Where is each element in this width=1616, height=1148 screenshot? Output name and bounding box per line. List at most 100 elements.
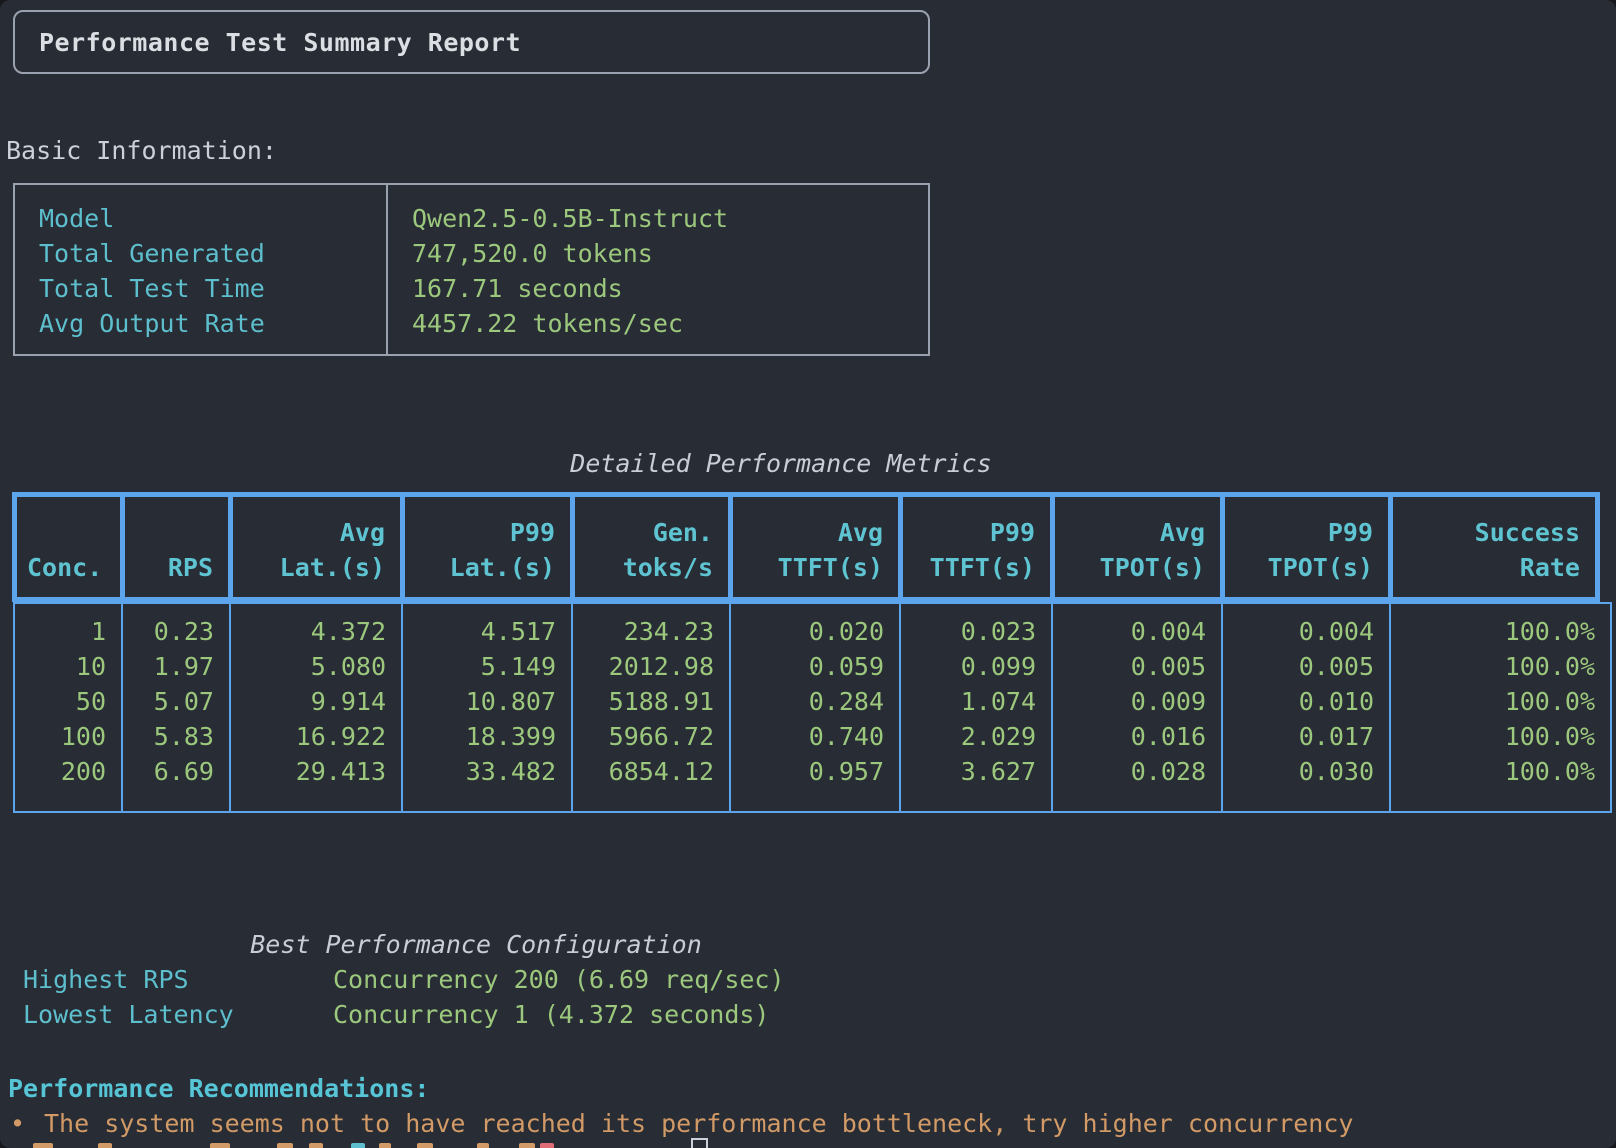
recommendation-item: •The system seems not to have reached it… xyxy=(10,1106,1353,1141)
metric-cell: 100.0% xyxy=(1391,684,1595,719)
metric-cell: 0.009 xyxy=(1053,684,1206,719)
best-config-label: Highest RPS xyxy=(23,962,333,997)
metric-cell: 33.482 xyxy=(403,754,556,789)
metric-cell: 100.0% xyxy=(1391,754,1595,789)
metric-cell: 2012.98 xyxy=(573,649,714,684)
metrics-column: 11050100200 xyxy=(15,604,121,811)
basic-info-value: Qwen2.5-0.5B-Instruct xyxy=(412,201,928,236)
best-config-row: Lowest LatencyConcurrency 1 (4.372 secon… xyxy=(23,997,785,1032)
metric-cell: 6.69 xyxy=(123,754,214,789)
metric-cell: 100.0% xyxy=(1391,649,1595,684)
metric-cell: 0.059 xyxy=(731,649,884,684)
metric-cell: 9.914 xyxy=(231,684,386,719)
basic-info-table: ModelTotal GeneratedTotal Test TimeAvg O… xyxy=(13,183,930,356)
report-title-box: Performance Test Summary Report xyxy=(13,10,930,74)
metric-cell: 29.413 xyxy=(231,754,386,789)
basic-info-heading: Basic Information: xyxy=(6,133,277,168)
metrics-column-header: Conc. xyxy=(17,497,120,597)
terminal-cursor xyxy=(691,1138,708,1148)
best-config-label: Lowest Latency xyxy=(23,997,333,1032)
basic-info-value: 747,520.0 tokens xyxy=(412,236,928,271)
metric-cell: 100 xyxy=(15,719,106,754)
basic-info-values: Qwen2.5-0.5B-Instruct747,520.0 tokens167… xyxy=(388,185,928,354)
metric-cell: 5966.72 xyxy=(573,719,714,754)
metric-cell: 1.97 xyxy=(123,649,214,684)
metrics-column: 0.0200.0590.2840.7400.957 xyxy=(729,604,899,811)
metric-cell: 0.016 xyxy=(1053,719,1206,754)
metrics-column: 4.3725.0809.91416.92229.413 xyxy=(229,604,401,811)
clipped-terminal-line xyxy=(0,1143,1616,1148)
metrics-column-header: Gen. toks/s xyxy=(570,497,728,597)
metric-cell: 100.0% xyxy=(1391,614,1595,649)
metrics-column-header: Avg TTFT(s) xyxy=(728,497,898,597)
bullet-icon: • xyxy=(10,1106,44,1141)
metric-cell: 1.074 xyxy=(901,684,1036,719)
basic-info-labels: ModelTotal GeneratedTotal Test TimeAvg O… xyxy=(15,185,388,354)
metric-cell: 5.149 xyxy=(403,649,556,684)
metric-cell: 0.004 xyxy=(1223,614,1374,649)
metric-cell: 5.07 xyxy=(123,684,214,719)
basic-info-label: Total Test Time xyxy=(39,271,386,306)
recommendation-text: The system seems not to have reached its… xyxy=(44,1106,1353,1141)
metric-cell: 18.399 xyxy=(403,719,556,754)
basic-info-value: 167.71 seconds xyxy=(412,271,928,306)
metric-cell: 0.028 xyxy=(1053,754,1206,789)
metrics-column-header: Success Rate xyxy=(1388,497,1595,597)
metric-cell: 10 xyxy=(15,649,106,684)
basic-info-label: Total Generated xyxy=(39,236,386,271)
basic-info-value: 4457.22 tokens/sec xyxy=(412,306,928,341)
metric-cell: 16.922 xyxy=(231,719,386,754)
metric-cell: 5188.91 xyxy=(573,684,714,719)
metrics-column-header: Avg Lat.(s) xyxy=(228,497,400,597)
metric-cell: 4.372 xyxy=(231,614,386,649)
report-title: Performance Test Summary Report xyxy=(39,25,521,60)
metric-cell: 50 xyxy=(15,684,106,719)
metrics-column: 0.231.975.075.836.69 xyxy=(121,604,229,811)
metric-cell: 0.004 xyxy=(1053,614,1206,649)
metrics-column: 0.0230.0991.0742.0293.627 xyxy=(899,604,1051,811)
metric-cell: 2.029 xyxy=(901,719,1036,754)
best-config-value: Concurrency 200 (6.69 req/sec) xyxy=(333,962,785,997)
metric-cell: 0.023 xyxy=(901,614,1036,649)
metric-cell: 0.957 xyxy=(731,754,884,789)
metric-cell: 6854.12 xyxy=(573,754,714,789)
metric-cell: 10.807 xyxy=(403,684,556,719)
metrics-table-title: Detailed Performance Metrics xyxy=(13,446,1549,481)
metric-cell: 4.517 xyxy=(403,614,556,649)
metric-cell: 0.005 xyxy=(1053,649,1206,684)
metrics-column: 0.0040.0050.0090.0160.028 xyxy=(1051,604,1221,811)
metric-cell: 0.030 xyxy=(1223,754,1374,789)
recommendations-list: •The system seems not to have reached it… xyxy=(10,1106,1353,1141)
metric-cell: 5.83 xyxy=(123,719,214,754)
metrics-column-header: RPS xyxy=(120,497,228,597)
metrics-column: 100.0%100.0%100.0%100.0%100.0% xyxy=(1389,604,1610,811)
basic-info-label: Model xyxy=(39,201,386,236)
basic-info-label: Avg Output Rate xyxy=(39,306,386,341)
metric-cell: 0.017 xyxy=(1223,719,1374,754)
metric-cell: 0.284 xyxy=(731,684,884,719)
metric-cell: 0.005 xyxy=(1223,649,1374,684)
best-config-row: Highest RPSConcurrency 200 (6.69 req/sec… xyxy=(23,962,785,997)
metrics-table-body: 110501002000.231.975.075.836.694.3725.08… xyxy=(13,602,1612,813)
recommendations-heading: Performance Recommendations: xyxy=(8,1071,429,1106)
metric-cell: 0.010 xyxy=(1223,684,1374,719)
metrics-table-header-row: Conc.RPSAvg Lat.(s)P99 Lat.(s)Gen. toks/… xyxy=(12,492,1600,602)
terminal-window: Performance Test Summary Report Basic In… xyxy=(0,0,1616,1148)
metric-cell: 0.020 xyxy=(731,614,884,649)
metrics-column-header: P99 Lat.(s) xyxy=(400,497,570,597)
best-config-title: Best Performance Configuration xyxy=(13,927,939,962)
metrics-column: 234.232012.985188.915966.726854.12 xyxy=(571,604,729,811)
metric-cell: 100.0% xyxy=(1391,719,1595,754)
metric-cell: 234.23 xyxy=(573,614,714,649)
metric-cell: 1 xyxy=(15,614,106,649)
metrics-column-header: P99 TPOT(s) xyxy=(1220,497,1388,597)
metric-cell: 3.627 xyxy=(901,754,1036,789)
metric-cell: 0.740 xyxy=(731,719,884,754)
metrics-column: 4.5175.14910.80718.39933.482 xyxy=(401,604,571,811)
metric-cell: 0.23 xyxy=(123,614,214,649)
metric-cell: 5.080 xyxy=(231,649,386,684)
best-config-rows: Highest RPSConcurrency 200 (6.69 req/sec… xyxy=(23,962,785,1032)
best-config-value: Concurrency 1 (4.372 seconds) xyxy=(333,997,770,1032)
metrics-column-header: Avg TPOT(s) xyxy=(1050,497,1220,597)
metric-cell: 0.099 xyxy=(901,649,1036,684)
